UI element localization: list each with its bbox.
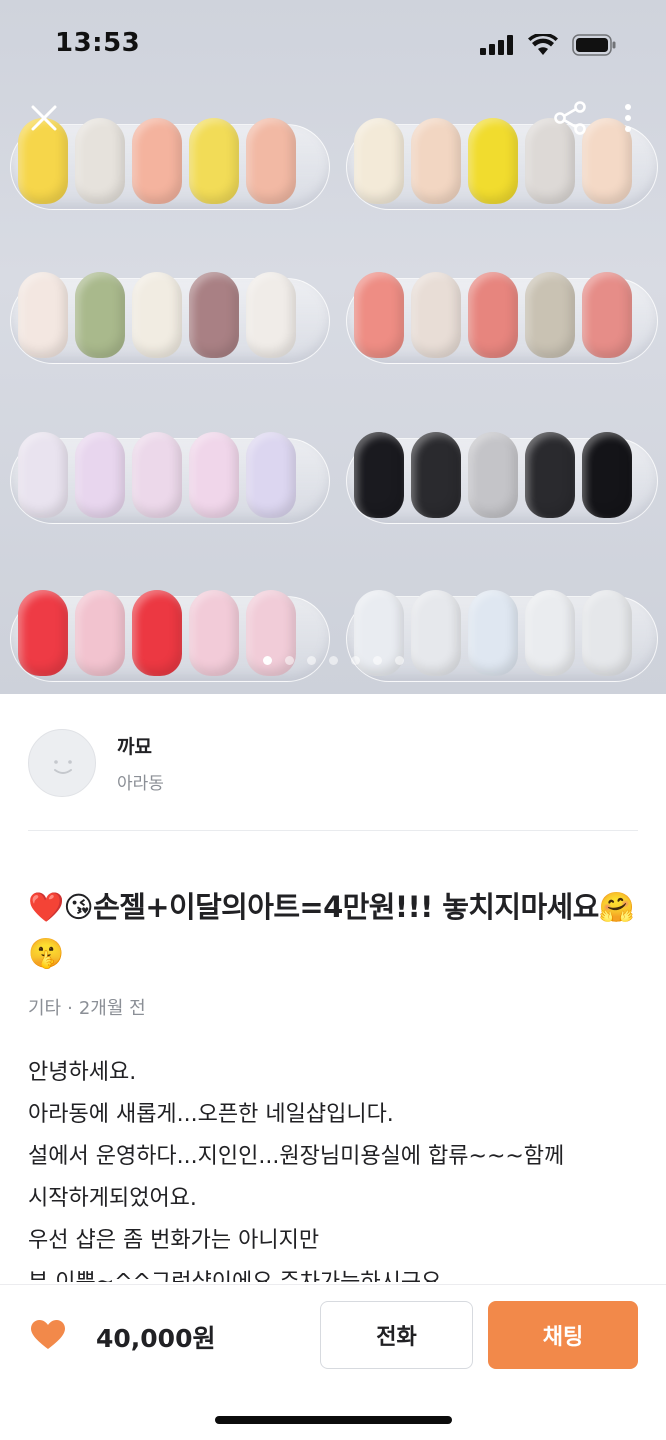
nail-tip <box>525 272 575 358</box>
nail-tip <box>75 118 125 204</box>
avatar <box>28 729 96 797</box>
product-image-carousel[interactable]: 13:53 <box>0 0 666 694</box>
nail-tip <box>18 432 68 518</box>
nail-tip <box>468 272 518 358</box>
nail-tip <box>18 272 68 358</box>
status-time: 13:53 <box>55 28 141 58</box>
status-icons <box>480 32 616 60</box>
heart-icon[interactable] <box>30 1317 66 1353</box>
post-body-line: 설에서 운영하다...지인인...원장님미용실에 합류~~~함께 <box>28 1144 565 1169</box>
carousel-dot <box>372 656 382 665</box>
share-icon[interactable] <box>548 96 592 140</box>
wifi-icon <box>528 32 558 60</box>
call-button[interactable]: 전화 <box>320 1301 473 1369</box>
nail-tip <box>189 432 239 518</box>
default-avatar-icon <box>54 760 72 774</box>
post-body-line: 시작하게되었어요. <box>28 1186 197 1211</box>
nail-tip <box>525 432 575 518</box>
nail-tip <box>246 432 296 518</box>
nail-tip <box>582 432 632 518</box>
nail-tip <box>75 432 125 518</box>
nail-tip <box>189 118 239 204</box>
carousel-dot <box>350 656 360 665</box>
chat-button[interactable]: 채팅 <box>488 1301 638 1369</box>
nail-tip <box>411 432 461 518</box>
nail-tip <box>132 272 182 358</box>
post-meta: 기타 · 2개월 전 <box>28 994 146 1020</box>
home-indicator <box>215 1416 452 1424</box>
seller-name: 까묘 <box>117 736 152 758</box>
nail-tip <box>189 272 239 358</box>
post-title: ❤️😘손젤+이달의아트=4만원!!! 놓치지마세요🤗🤫 <box>28 890 635 970</box>
nail-tip <box>246 272 296 358</box>
nail-tip <box>132 432 182 518</box>
seller-location: 아라동 <box>117 774 164 794</box>
carousel-dot <box>284 656 294 665</box>
nail-tip <box>468 118 518 204</box>
price: 40,000원 <box>96 1324 216 1353</box>
carousel-indicator <box>0 656 666 665</box>
seller-profile[interactable]: 까묘 아라동 <box>28 728 638 798</box>
carousel-dot <box>306 656 316 665</box>
meta-separator: · <box>67 998 73 1019</box>
nail-tip <box>411 118 461 204</box>
cellular-signal-icon <box>480 35 514 59</box>
nail-tip <box>468 432 518 518</box>
nail-tip <box>354 118 404 204</box>
post-body-line: 우선 샵은 좀 번화가는 아니지만 <box>28 1228 320 1253</box>
post-body-line: 안녕하세요. <box>28 1060 137 1085</box>
nail-tip <box>132 118 182 204</box>
carousel-dot <box>328 656 338 665</box>
post-category[interactable]: 기타 <box>28 998 61 1019</box>
post-time: 2개월 전 <box>78 998 146 1019</box>
more-vertical-icon[interactable] <box>606 96 650 140</box>
nail-tip <box>582 272 632 358</box>
nail-tip <box>75 272 125 358</box>
post-body: 안녕하세요. 아라동에 새롭게...오픈한 네일샵입니다. 설에서 운영하다..… <box>28 1052 648 1282</box>
nail-tip <box>246 118 296 204</box>
carousel-dot <box>394 656 404 665</box>
post-body-line: 뷰 이쁜~^^그런샵이에요.주차가능하시구요. <box>28 1262 648 1282</box>
nail-tip <box>354 432 404 518</box>
divider <box>28 830 638 831</box>
carousel-dot <box>262 656 272 665</box>
close-icon[interactable] <box>22 96 66 140</box>
post-body-line: 아라동에 새롭게...오픈한 네일샵입니다. <box>28 1102 394 1127</box>
battery-icon <box>572 34 616 60</box>
status-bar: 13:53 <box>0 0 666 90</box>
nail-tip <box>411 272 461 358</box>
nail-tip <box>354 272 404 358</box>
